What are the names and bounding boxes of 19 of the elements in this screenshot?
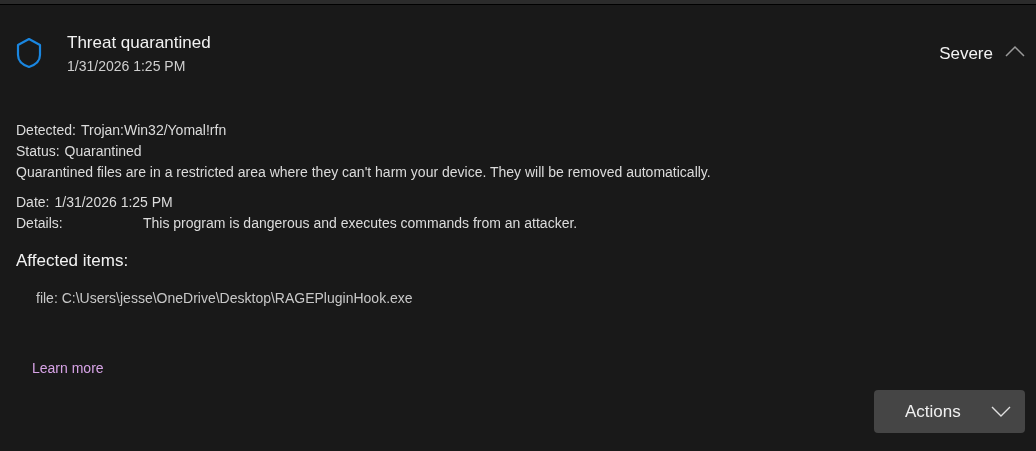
- severity-label: Severe: [939, 44, 993, 64]
- chevron-up-icon[interactable]: [1005, 45, 1025, 57]
- detected-label: Detected:: [16, 122, 76, 138]
- affected-items-heading: Affected items:: [16, 250, 130, 272]
- learn-more-link[interactable]: Learn more: [32, 358, 104, 378]
- date-label: Date:: [16, 194, 50, 210]
- quarantine-note: Quarantined files are in a restricted area where they can't harm your device. They will be removed automatically.: [16, 163, 712, 182]
- chevron-down-icon: [991, 406, 1011, 417]
- actions-button[interactable]: Actions: [874, 390, 1025, 433]
- date-value: 1/31/2026 1:25 PM: [54, 194, 173, 210]
- status-value: Quarantined: [64, 143, 142, 159]
- detected-value: Trojan:Win32/Yomal!rfn: [80, 122, 227, 138]
- details-value: This program is dangerous and executes commands from an attacker.: [143, 215, 578, 231]
- shield-icon: [16, 37, 42, 69]
- details-label: Details:: [16, 214, 64, 233]
- status-label: Status:: [16, 143, 60, 159]
- threat-timestamp: 1/31/2026 1:25 PM: [67, 57, 187, 76]
- threat-title: Threat quarantined: [67, 32, 212, 54]
- affected-file-path: file: C:\Users\jesse\OneDrive\Desktop\RAGEPluginHook.exe: [36, 289, 414, 308]
